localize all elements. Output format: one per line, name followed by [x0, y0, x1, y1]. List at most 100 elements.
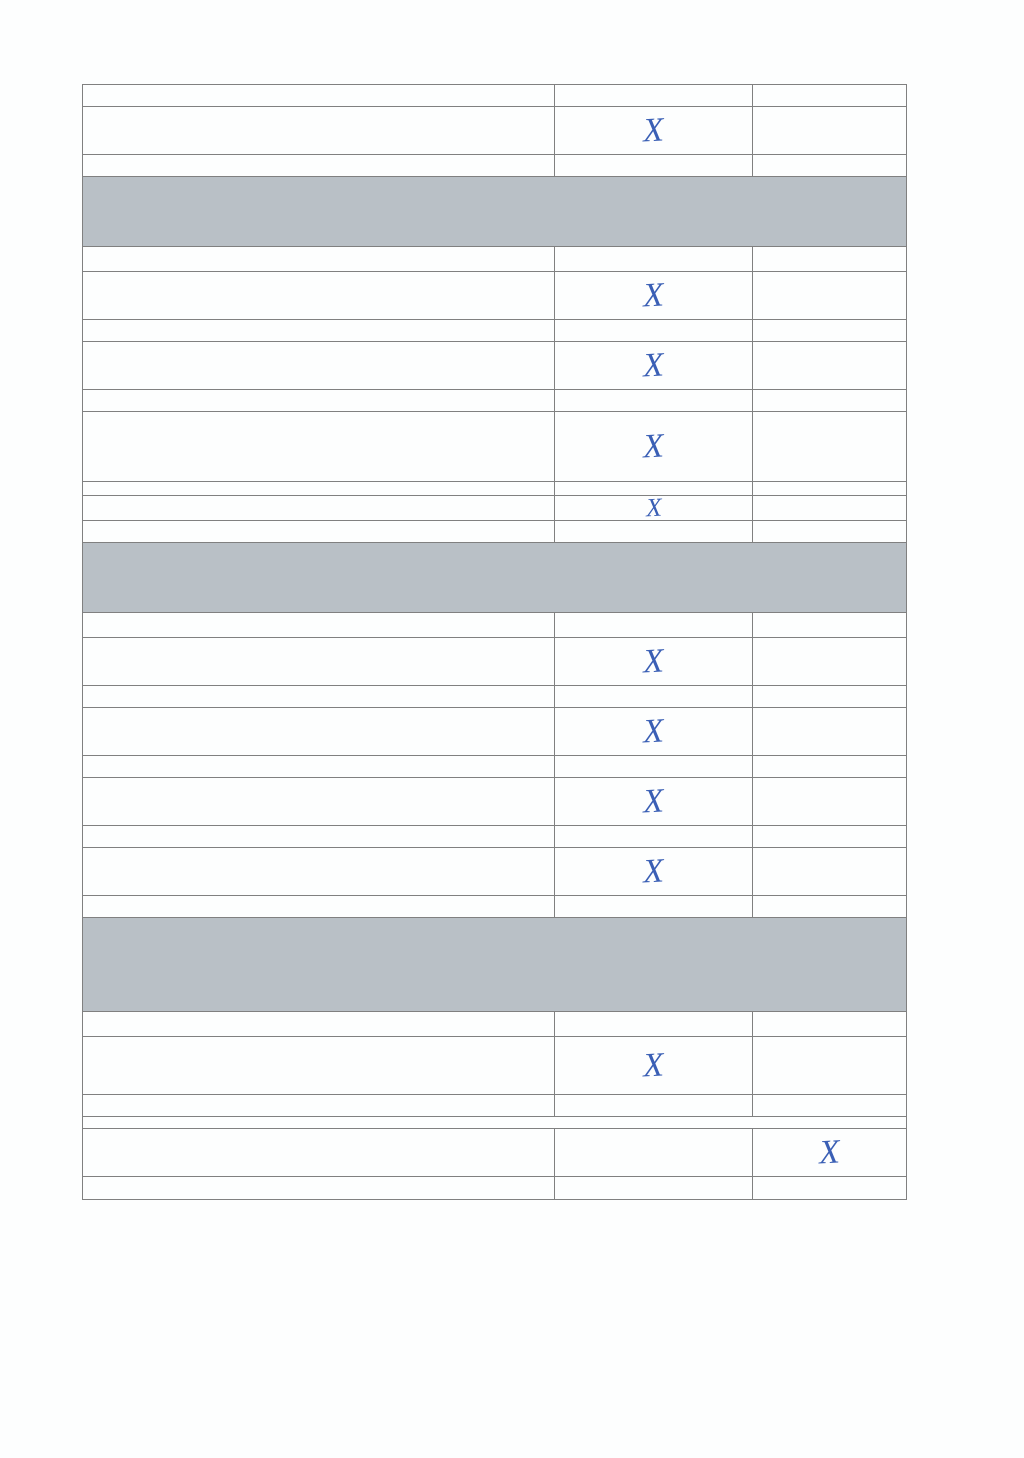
desc-cell — [83, 686, 555, 707]
check-cell — [753, 482, 906, 495]
desc-cell — [83, 85, 555, 106]
desc-cell — [83, 826, 555, 847]
check-cell — [753, 756, 906, 777]
table-row — [83, 896, 906, 918]
desc-cell — [83, 896, 555, 917]
check-cell: X — [555, 708, 753, 755]
table-row: X — [83, 778, 906, 826]
desc-cell — [83, 756, 555, 777]
check-cell — [753, 155, 906, 176]
check-cell — [753, 826, 906, 847]
table-row: X — [83, 412, 906, 482]
header-cell — [83, 543, 906, 612]
desc-cell — [83, 272, 555, 319]
desc-cell — [83, 107, 555, 154]
desc-cell — [83, 1037, 555, 1094]
check-cell — [753, 848, 906, 895]
check-cell — [555, 1177, 753, 1199]
check-cell — [555, 155, 753, 176]
section-header — [83, 918, 906, 1012]
check-cell: X — [555, 107, 753, 154]
table-row — [83, 756, 906, 778]
check-cell: X — [555, 638, 753, 685]
check-cell — [555, 85, 753, 106]
table-row: X — [83, 342, 906, 390]
table-row: X — [83, 272, 906, 320]
section-header — [83, 177, 906, 247]
check-cell — [555, 686, 753, 707]
check-cell — [555, 1129, 753, 1176]
check-cell — [753, 320, 906, 341]
check-cell — [753, 1012, 906, 1036]
table-row — [83, 1012, 906, 1037]
table-row: X — [83, 496, 906, 521]
table-row: X — [83, 848, 906, 896]
check-cell — [555, 1095, 753, 1116]
desc-cell — [83, 320, 555, 341]
check-cell — [555, 1012, 753, 1036]
table-row — [83, 155, 906, 177]
table-row: X — [83, 1129, 906, 1177]
x-mark-icon: X — [642, 278, 665, 313]
check-cell: X — [555, 778, 753, 825]
check-cell — [555, 320, 753, 341]
table-row — [83, 613, 906, 638]
check-cell — [555, 896, 753, 917]
check-cell — [753, 708, 906, 755]
desc-cell — [83, 521, 555, 542]
table-row — [83, 320, 906, 342]
desc-cell — [83, 1129, 555, 1176]
x-mark-icon: X — [642, 784, 665, 819]
x-mark-icon: X — [642, 113, 665, 148]
x-mark-icon: X — [645, 495, 662, 522]
table-row — [83, 686, 906, 708]
check-cell — [555, 826, 753, 847]
check-cell — [753, 1037, 906, 1094]
section-header — [83, 543, 906, 613]
desc-cell — [83, 778, 555, 825]
check-cell: X — [555, 496, 753, 520]
desc-cell — [83, 496, 555, 520]
x-mark-icon: X — [642, 714, 665, 749]
table-row — [83, 1095, 906, 1117]
spacer-cell — [83, 1117, 906, 1128]
check-cell: X — [555, 272, 753, 319]
x-mark-icon: X — [642, 348, 665, 383]
desc-cell — [83, 1177, 555, 1199]
x-mark-icon: X — [642, 1048, 665, 1083]
check-cell — [753, 496, 906, 520]
desc-cell — [83, 638, 555, 685]
check-cell — [753, 412, 906, 481]
check-cell — [555, 521, 753, 542]
desc-cell — [83, 848, 555, 895]
table-row: X — [83, 1037, 906, 1095]
table-row — [83, 85, 906, 107]
x-mark-icon: X — [642, 429, 665, 464]
check-cell — [753, 247, 906, 271]
check-cell — [555, 756, 753, 777]
table-row — [83, 826, 906, 848]
x-mark-icon: X — [818, 1135, 841, 1170]
x-mark-icon: X — [642, 644, 665, 679]
check-cell: X — [555, 1037, 753, 1094]
table-row — [83, 521, 906, 543]
desc-cell — [83, 342, 555, 389]
check-cell: X — [555, 342, 753, 389]
check-cell — [555, 613, 753, 637]
desc-cell — [83, 482, 555, 495]
check-cell — [753, 107, 906, 154]
check-cell — [555, 247, 753, 271]
desc-cell — [83, 247, 555, 271]
table-row — [83, 390, 906, 412]
table-row: X — [83, 708, 906, 756]
check-cell — [753, 390, 906, 411]
check-cell — [753, 521, 906, 542]
desc-cell — [83, 1095, 555, 1116]
check-cell — [753, 342, 906, 389]
check-cell — [753, 613, 906, 637]
desc-cell — [83, 613, 555, 637]
check-cell: X — [555, 412, 753, 481]
check-cell — [753, 272, 906, 319]
desc-cell — [83, 708, 555, 755]
desc-cell — [83, 1012, 555, 1036]
